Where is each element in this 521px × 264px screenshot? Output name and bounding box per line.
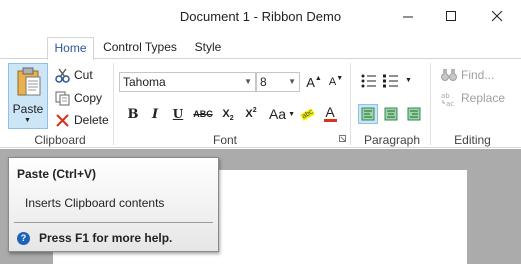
font-color-icon: A bbox=[325, 104, 335, 120]
shrink-font-icon: A bbox=[328, 76, 337, 88]
copy-label: Copy bbox=[74, 91, 103, 105]
highlighter-icon: abc bbox=[300, 107, 316, 121]
delete-label: Delete bbox=[74, 113, 109, 127]
font-color-swatch bbox=[323, 119, 337, 122]
editing-group-label: Editing bbox=[454, 133, 491, 147]
font-size-value: 8 bbox=[260, 75, 267, 89]
minimize-button[interactable] bbox=[385, 0, 431, 33]
grow-font-button[interactable]: A ▲ bbox=[305, 72, 323, 92]
strikethrough-button[interactable]: ABC bbox=[192, 103, 214, 125]
font-size-combo[interactable]: 8 ▼ bbox=[256, 72, 300, 92]
copy-icon bbox=[55, 91, 70, 105]
tooltip-divider bbox=[14, 222, 213, 223]
title-bar: Document 1 - Ribbon Demo bbox=[0, 0, 521, 33]
numbering-button[interactable]: ▼ bbox=[383, 74, 413, 92]
superscript-glyph: X bbox=[245, 108, 253, 120]
chevron-down-icon: ▼ bbox=[288, 110, 296, 118]
bold-button[interactable]: B bbox=[125, 103, 141, 125]
chevron-down-icon: ▼ bbox=[405, 77, 412, 84]
maximize-button[interactable] bbox=[428, 0, 474, 33]
group-divider bbox=[350, 63, 351, 145]
change-case-button[interactable]: Aa ▼ bbox=[266, 103, 298, 125]
tooltip-help-text: Press F1 for more help. bbox=[39, 231, 173, 245]
tab-control-types[interactable]: Control Types bbox=[102, 37, 178, 59]
superscript-button[interactable]: X2 bbox=[242, 103, 260, 125]
paste-tooltip: Paste (Ctrl+V) Inserts Clipboard content… bbox=[8, 157, 219, 252]
svg-text:ab: ab bbox=[441, 92, 450, 100]
align-center-icon bbox=[384, 107, 398, 121]
subscript-mark: 2 bbox=[229, 114, 234, 122]
bullets-button[interactable] bbox=[361, 74, 381, 92]
font-family-combo[interactable]: Tahoma ▼ bbox=[119, 72, 256, 92]
cut-button[interactable]: Cut bbox=[55, 65, 93, 85]
underline-button[interactable]: U bbox=[170, 103, 186, 125]
ribbon-panel: Paste ▼ Cut Copy Delete Clipboard Tahoma… bbox=[0, 58, 521, 148]
paragraph-group-label: Paragraph bbox=[363, 133, 421, 147]
align-right-icon bbox=[407, 107, 421, 121]
highlight-button[interactable]: abc bbox=[300, 103, 316, 125]
subscript-button[interactable]: X2 bbox=[219, 103, 237, 125]
find-label: Find... bbox=[461, 68, 495, 82]
paste-icon bbox=[17, 67, 41, 96]
chevron-down-icon: ▼ bbox=[24, 117, 31, 124]
caret-up-icon: ▲ bbox=[314, 74, 322, 82]
close-icon bbox=[491, 11, 502, 22]
cut-label: Cut bbox=[74, 68, 93, 82]
grow-font-icon: A bbox=[306, 74, 315, 90]
subscript-glyph: X bbox=[222, 108, 230, 120]
chevron-down-icon[interactable]: ▼ bbox=[244, 73, 252, 91]
align-center-button[interactable] bbox=[381, 104, 401, 124]
svg-text:ac: ac bbox=[446, 100, 454, 106]
tab-style[interactable]: Style bbox=[188, 37, 228, 59]
chevron-down-icon[interactable]: ▼ bbox=[288, 73, 296, 91]
tab-home[interactable]: Home bbox=[47, 37, 94, 60]
align-right-button[interactable] bbox=[404, 104, 424, 124]
maximize-icon bbox=[445, 11, 456, 21]
tooltip-description: Inserts Clipboard contents bbox=[25, 196, 165, 210]
delete-button[interactable]: Delete bbox=[55, 110, 109, 130]
binoculars-icon bbox=[441, 69, 457, 81]
align-left-button[interactable] bbox=[358, 104, 378, 124]
scissors-icon bbox=[55, 68, 70, 83]
help-icon: ? bbox=[17, 231, 30, 245]
clipboard-group-label: Clipboard bbox=[34, 133, 86, 147]
replace-icon: ab ac bbox=[441, 92, 454, 106]
tooltip-title: Paste (Ctrl+V) bbox=[17, 167, 97, 181]
font-group-label: Font bbox=[212, 133, 237, 147]
tooltip-help: ? Press F1 for more help. bbox=[17, 231, 172, 245]
caret-down-icon: ▼ bbox=[336, 74, 344, 82]
group-divider bbox=[113, 63, 114, 145]
bullet-list-icon bbox=[361, 74, 376, 88]
close-button[interactable] bbox=[474, 0, 520, 33]
window-title-text: Document 1 - Ribbon Demo bbox=[179, 9, 342, 24]
numbered-list-icon bbox=[383, 74, 398, 88]
delete-icon bbox=[56, 113, 69, 127]
superscript-mark: 2 bbox=[252, 106, 257, 114]
dialog-launcher-icon[interactable] bbox=[339, 135, 347, 143]
paste-button[interactable]: Paste ▼ bbox=[8, 63, 48, 129]
change-case-label: Aa bbox=[268, 106, 287, 122]
font-color-button[interactable]: A bbox=[322, 103, 338, 125]
find-button[interactable]: Find... bbox=[441, 65, 494, 85]
replace-button[interactable]: ab ac Replace bbox=[441, 88, 505, 108]
italic-button[interactable]: I bbox=[147, 103, 163, 125]
group-divider bbox=[430, 63, 431, 145]
copy-button[interactable]: Copy bbox=[55, 88, 102, 108]
paste-label: Paste bbox=[12, 102, 44, 116]
replace-label: Replace bbox=[461, 91, 506, 105]
align-left-icon bbox=[361, 107, 375, 121]
font-family-value: Tahoma bbox=[123, 75, 166, 89]
shrink-font-button[interactable]: A ▼ bbox=[327, 72, 345, 92]
minimize-icon bbox=[402, 16, 413, 18]
ribbon-tab-strip: Home Control Types Style bbox=[0, 33, 521, 60]
